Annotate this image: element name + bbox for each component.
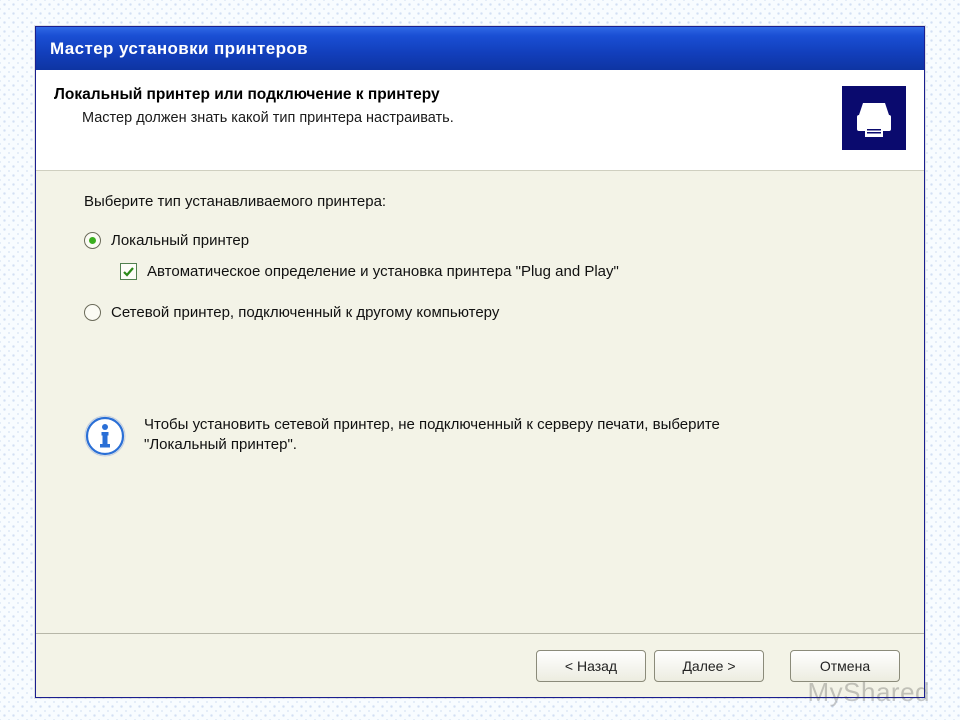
page-subtitle: Мастер должен знать какой тип принтера н…	[54, 110, 824, 126]
choose-prompt: Выберите тип устанавливаемого принтера:	[84, 193, 876, 210]
watermark: MyShared	[808, 677, 931, 708]
page-title: Локальный принтер или подключение к прин…	[54, 86, 824, 104]
option-network-printer[interactable]: Сетевой принтер, подключенный к другому …	[84, 304, 876, 321]
wizard-header: Локальный принтер или подключение к прин…	[36, 70, 924, 171]
checkbox-autodetect[interactable]: Автоматическое определение и установка п…	[120, 263, 876, 280]
info-block: Чтобы установить сетевой принтер, не под…	[84, 415, 876, 457]
info-icon	[84, 415, 126, 457]
radio-icon	[84, 232, 101, 249]
radio-icon	[84, 304, 101, 321]
titlebar[interactable]: Мастер установки принтеров	[36, 27, 924, 70]
checkbox-autodetect-label: Автоматическое определение и установка п…	[147, 263, 619, 280]
wizard-window: Мастер установки принтеров Локальный при…	[35, 26, 925, 698]
back-button[interactable]: < Назад	[536, 650, 646, 682]
printer-icon	[842, 86, 906, 150]
wizard-body: Выберите тип устанавливаемого принтера: …	[36, 171, 924, 633]
option-local-label: Локальный принтер	[111, 232, 249, 249]
option-local-printer[interactable]: Локальный принтер	[84, 232, 876, 249]
header-text-block: Локальный принтер или подключение к прин…	[54, 86, 824, 126]
checkbox-icon	[120, 263, 137, 280]
info-text: Чтобы установить сетевой принтер, не под…	[144, 415, 784, 456]
next-button[interactable]: Далее >	[654, 650, 764, 682]
option-network-label: Сетевой принтер, подключенный к другому …	[111, 304, 499, 321]
window-title: Мастер установки принтеров	[50, 39, 308, 59]
wizard-footer: < Назад Далее > Отмена	[36, 633, 924, 697]
